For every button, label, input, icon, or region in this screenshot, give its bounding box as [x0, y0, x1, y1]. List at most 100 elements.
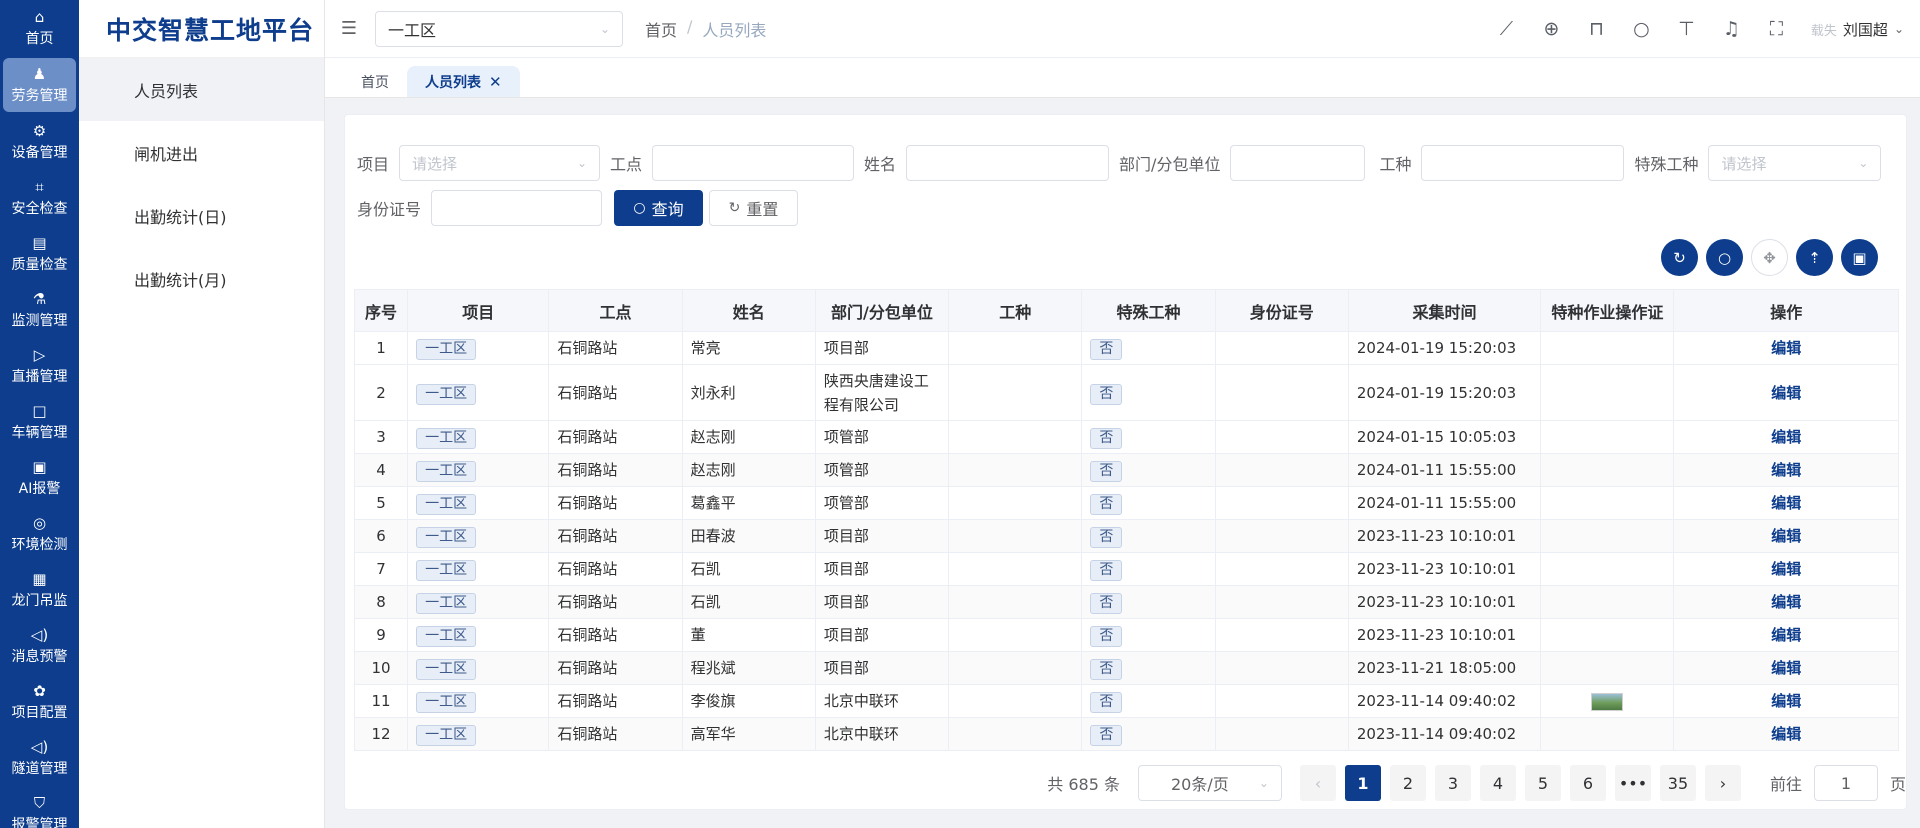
fullscreen-icon[interactable]: ⛶: [1754, 18, 1799, 40]
cell-idno: [1214, 717, 1349, 751]
rail-item[interactable]: ◁) 隧道管理: [0, 730, 79, 786]
column-header: 项目: [407, 289, 550, 332]
export-icon[interactable]: ▣: [1841, 239, 1878, 276]
cell-cert: [1540, 717, 1675, 751]
rail-item[interactable]: ◁) 消息预警: [0, 618, 79, 674]
special-tag: 否: [1090, 692, 1123, 713]
rail-item[interactable]: ⌗ 安全检查: [0, 170, 79, 226]
submenu-item-attendance-day[interactable]: 出勤统计(日): [79, 184, 324, 247]
tag-person-list[interactable]: 人员列表 ✕: [407, 66, 520, 97]
next-page-button[interactable]: ›: [1704, 765, 1741, 801]
lock-icon[interactable]: ⊓: [1574, 18, 1619, 40]
project-filter-select[interactable]: 请选择 ⌄: [399, 145, 601, 181]
move-icon[interactable]: ✥: [1751, 239, 1788, 276]
cell-dept: 项目部: [814, 552, 950, 586]
top-header: ☰ 一工区 ⌄ 首页 / 人员列表 ⟋ ⊕ ⊓ ○ ⊤ ♫ ⛶ 载失 刘国超 ⌄: [325, 0, 1920, 58]
reset-button[interactable]: ↻ 重置: [709, 190, 799, 226]
pagination: 共 685 条 20条/页 ⌄ ‹ 1 2 3 4 5 6 ••• 35 › 前往 1 页: [1047, 763, 1906, 803]
page-button[interactable]: 6: [1569, 765, 1606, 801]
submenu-item-attendance-month[interactable]: 出勤统计(月): [79, 247, 324, 310]
edit-link[interactable]: 编辑: [1771, 560, 1801, 578]
close-icon[interactable]: ✕: [489, 73, 502, 91]
page-button[interactable]: 3: [1434, 765, 1471, 801]
rail-item[interactable]: ♟ 劳务管理: [3, 58, 76, 112]
submenu-item-person-list[interactable]: 人员列表: [79, 58, 324, 121]
cell-time: 2023-11-23 10:10:01: [1347, 519, 1542, 553]
cell-op: 编辑: [1673, 618, 1899, 652]
search-icon[interactable]: ○: [1619, 18, 1664, 40]
page-button[interactable]: 35: [1659, 765, 1696, 801]
search-button[interactable]: ○ 查询: [614, 190, 704, 226]
dept-input[interactable]: [1230, 145, 1366, 181]
rail-item[interactable]: ✿ 项目配置: [0, 674, 79, 730]
page-button[interactable]: 4: [1479, 765, 1516, 801]
page-button[interactable]: 1: [1344, 765, 1381, 801]
cell-idno: [1214, 420, 1349, 454]
page-size-select[interactable]: 20条/页 ⌄: [1137, 765, 1282, 801]
breadcrumb-home[interactable]: 首页: [645, 17, 677, 41]
upload-icon[interactable]: ⇡: [1796, 239, 1833, 276]
edit-link[interactable]: 编辑: [1771, 428, 1801, 446]
certificate-thumbnail[interactable]: [1591, 692, 1624, 711]
rail-item[interactable]: ◎ 环境检测: [0, 506, 79, 562]
edit-link[interactable]: 编辑: [1771, 339, 1801, 357]
name-input[interactable]: [906, 145, 1110, 181]
cell-special: 否: [1081, 331, 1216, 365]
edit-link[interactable]: 编辑: [1771, 461, 1801, 479]
id-input[interactable]: [431, 190, 603, 226]
edit-link[interactable]: 编辑: [1771, 494, 1801, 512]
edit-link[interactable]: 编辑: [1771, 659, 1801, 677]
edit-link[interactable]: 编辑: [1771, 626, 1801, 644]
rail-item[interactable]: □ 车辆管理: [0, 394, 79, 450]
goto-page-value: 1: [1840, 773, 1852, 793]
rail-item[interactable]: ⛉ 报警管理: [0, 786, 79, 828]
prev-page-button[interactable]: ‹: [1299, 765, 1336, 801]
bell-icon[interactable]: ♫: [1709, 18, 1754, 40]
refresh-icon[interactable]: ↻: [1661, 239, 1698, 276]
cell-idno: [1214, 684, 1349, 718]
breadcrumb-current: 人员列表: [702, 20, 767, 40]
rail-item[interactable]: ⌂ 首页: [0, 0, 79, 56]
edit-link[interactable]: 编辑: [1771, 384, 1801, 402]
tag-home[interactable]: 首页: [343, 66, 407, 97]
special-filter-select[interactable]: 请选择 ⌄: [1708, 145, 1882, 181]
rail-item[interactable]: ▷ 直播管理: [0, 338, 79, 394]
page-button[interactable]: 5: [1524, 765, 1561, 801]
page-jumper: 前往 1 页: [1770, 765, 1906, 801]
edit-link[interactable]: 编辑: [1771, 527, 1801, 545]
edit-link[interactable]: 编辑: [1771, 593, 1801, 611]
cell-cert: [1540, 552, 1675, 586]
rail-item[interactable]: ⚙ 设备管理: [0, 114, 79, 170]
cell-worktype: [948, 519, 1083, 553]
rail-label: 安全检查: [11, 201, 68, 217]
rail-item[interactable]: ⚗ 监测管理: [0, 282, 79, 338]
cell-op: 编辑: [1673, 364, 1899, 421]
table-row: 7 一工区 石铜路站 石凯 项目部 否 2023-11-23 10:10:01 编辑: [353, 552, 1899, 586]
cell-name: 李俊旗: [681, 684, 816, 718]
page-button[interactable]: 2: [1389, 765, 1426, 801]
globe-icon[interactable]: ⊕: [1529, 18, 1574, 40]
goto-page-input[interactable]: 1: [1813, 765, 1878, 801]
cell-idno: [1214, 618, 1349, 652]
cell-site: 石铜路站: [548, 717, 683, 751]
submenu-item-gate[interactable]: 闸机进出: [79, 121, 324, 184]
edit-link[interactable]: 编辑: [1771, 692, 1801, 710]
project-tag: 一工区: [416, 428, 477, 449]
rail-label: 直播管理: [11, 369, 68, 385]
hamburger-icon[interactable]: ☰: [325, 18, 373, 39]
search-icon[interactable]: ○: [1706, 239, 1743, 276]
rail-item[interactable]: ▦ 龙门吊监: [0, 562, 79, 618]
user-menu[interactable]: 载失 刘国超 ⌄: [1811, 19, 1904, 40]
shirt-icon[interactable]: ⊤: [1664, 18, 1709, 40]
site-input[interactable]: [652, 145, 855, 181]
page-button[interactable]: •••: [1614, 765, 1651, 801]
chart-icon[interactable]: ⟋: [1484, 18, 1529, 40]
app-root: ⌂ 首页 ♟ 劳务管理 ⚙ 设备管理 ⌗ 安全检查 ▤ 质量检查 ⚗ 监测管理 ▷ 直播管理 □ 车辆管理 ▣ A…: [0, 0, 1920, 828]
rail-item[interactable]: ▤ 质量检查: [0, 226, 79, 282]
rail-item[interactable]: ▣ AI报警: [0, 450, 79, 506]
project-select[interactable]: 一工区 ⌄: [375, 10, 623, 47]
edit-link[interactable]: 编辑: [1771, 725, 1801, 743]
worktype-input[interactable]: [1421, 145, 1625, 181]
project-tag: 一工区: [416, 560, 477, 581]
reset-button-label: 重置: [746, 200, 779, 219]
